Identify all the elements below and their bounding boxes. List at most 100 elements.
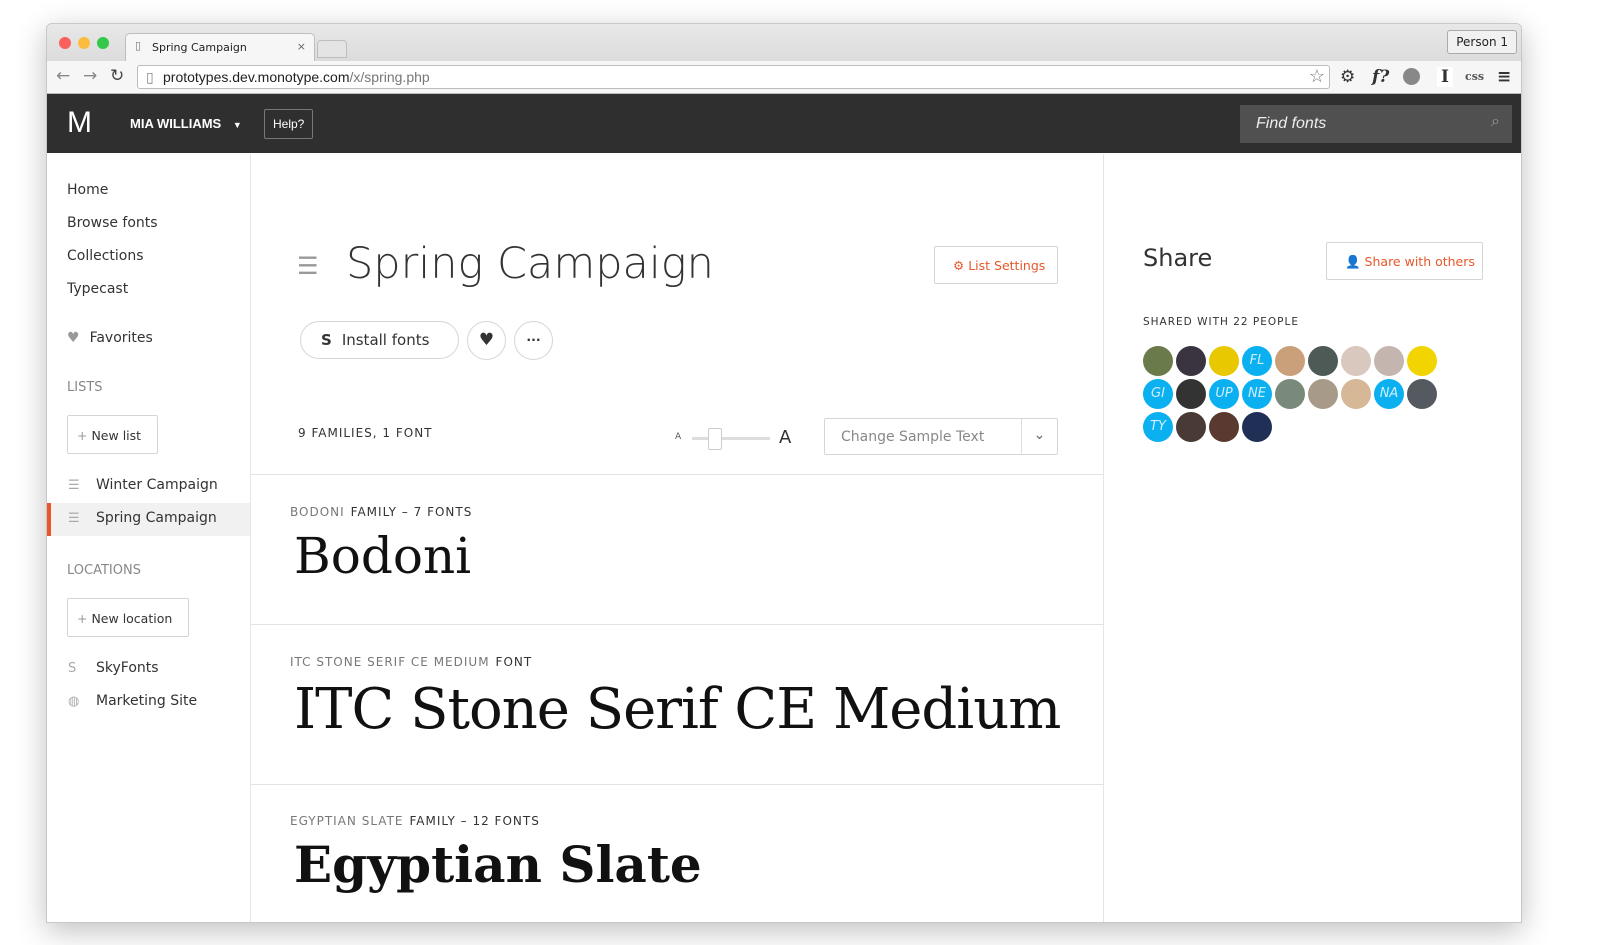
- close-window-button[interactable]: [59, 37, 71, 49]
- font-kind: FONT: [495, 655, 533, 669]
- font-name: BODONI: [290, 505, 345, 519]
- skyfonts-icon: S: [321, 331, 332, 349]
- avatar-icon[interactable]: [1403, 68, 1420, 85]
- find-fonts-input[interactable]: Find fonts ⌕: [1240, 105, 1512, 143]
- browser-window: ▯ Spring Campaign × Person 1 ← → ↻ ▯ protot…: [46, 23, 1522, 923]
- font-sample: ITC Stone Serif CE Medium: [294, 677, 1061, 742]
- fontface-ninja-icon[interactable]: f?: [1372, 67, 1389, 87]
- person-avatar[interactable]: [1275, 346, 1305, 376]
- page-title: Spring Campaign: [346, 239, 714, 289]
- list-icon: ☰: [68, 478, 80, 493]
- search-icon[interactable]: ⌕: [1491, 113, 1500, 131]
- help-button[interactable]: Help?: [264, 109, 314, 139]
- logo[interactable]: M: [67, 106, 92, 140]
- share-with-others-button[interactable]: 👤 Share with others: [1326, 242, 1483, 280]
- location-skyfonts[interactable]: S SkyFonts: [47, 653, 250, 686]
- person-avatar[interactable]: [1341, 379, 1371, 409]
- size-large-label: A: [779, 427, 792, 448]
- person-avatar[interactable]: [1341, 346, 1371, 376]
- font-sample: Bodoni: [294, 527, 472, 585]
- list-item-spring-campaign[interactable]: ☰ Spring Campaign: [47, 503, 250, 536]
- user-add-icon: 👤: [1345, 254, 1365, 269]
- font-meta: BODONI FAMILY – 7 FONTS: [290, 505, 472, 519]
- person-avatar[interactable]: UP: [1209, 379, 1239, 409]
- font-row[interactable]: EGYPTIAN SLATE FAMILY – 12 FONTS Egyptian…: [251, 784, 1104, 922]
- gear-icon: ⚙: [953, 258, 969, 273]
- minimize-window-button[interactable]: [78, 37, 90, 49]
- slider-handle[interactable]: [708, 428, 722, 450]
- person-avatar[interactable]: [1176, 379, 1206, 409]
- sidebar-item-favorites[interactable]: ♥ Favorites: [67, 330, 153, 346]
- person-avatar[interactable]: [1275, 379, 1305, 409]
- sidebar-item-collections[interactable]: Collections: [67, 248, 144, 264]
- page-icon: ▯: [135, 39, 142, 52]
- app-header: M MIA WILLIAMS ▼ Help? Find fonts ⌕: [47, 94, 1521, 153]
- person-avatar[interactable]: TY: [1143, 412, 1173, 442]
- location-marketing-site[interactable]: ◍ Marketing Site: [47, 686, 250, 719]
- heart-icon: ♥: [67, 330, 80, 346]
- ellipsis-icon: ···: [526, 332, 541, 347]
- new-tab-button[interactable]: [317, 40, 347, 58]
- chevron-down-icon[interactable]: ⌄: [1021, 419, 1057, 454]
- list-settings-button[interactable]: ⚙ List Settings: [934, 246, 1058, 284]
- type-icon[interactable]: I: [1437, 67, 1453, 87]
- person-avatar[interactable]: [1308, 379, 1338, 409]
- menu-icon[interactable]: ≡: [1497, 67, 1511, 87]
- font-meta: ITC STONE SERIF CE MEDIUM FONT: [290, 655, 532, 669]
- back-icon[interactable]: ←: [56, 66, 70, 86]
- person-avatar[interactable]: [1407, 346, 1437, 376]
- address-bar-row: ← → ↻ ▯ prototypes.dev.monotype.com/x/spr…: [47, 61, 1521, 94]
- favorite-button[interactable]: ♥: [467, 321, 506, 360]
- skyfonts-icon: S: [68, 661, 77, 676]
- locations-heading: LOCATIONS: [67, 563, 141, 578]
- sidebar-item-browse-fonts[interactable]: Browse fonts: [67, 215, 158, 231]
- install-fonts-button[interactable]: S Install fonts: [300, 321, 459, 359]
- person-avatar[interactable]: [1374, 346, 1404, 376]
- sidebar-item-home[interactable]: Home: [67, 182, 108, 198]
- person-avatar[interactable]: [1176, 412, 1206, 442]
- font-name: EGYPTIAN SLATE: [290, 814, 404, 828]
- sample-text-select[interactable]: Change Sample Text ⌄: [824, 418, 1058, 455]
- location-label: Marketing Site: [96, 693, 198, 709]
- url-path: /x/spring.php: [349, 69, 430, 85]
- browser-tab[interactable]: ▯ Spring Campaign ×: [125, 33, 315, 61]
- person-avatar[interactable]: NA: [1374, 379, 1404, 409]
- forward-icon[interactable]: →: [83, 66, 97, 86]
- reload-icon[interactable]: ↻: [110, 66, 124, 86]
- list-label: Winter Campaign: [96, 477, 218, 493]
- user-menu[interactable]: MIA WILLIAMS ▼: [130, 116, 242, 131]
- list-label: Spring Campaign: [96, 510, 217, 526]
- person-avatar[interactable]: [1209, 412, 1239, 442]
- font-sample: Egyptian Slate: [294, 835, 702, 894]
- person-avatar[interactable]: [1143, 346, 1173, 376]
- url-host: prototypes.dev.monotype.com: [163, 69, 350, 85]
- person-avatar[interactable]: [1407, 379, 1437, 409]
- person-avatar[interactable]: NE: [1242, 379, 1272, 409]
- new-location-button[interactable]: + New location: [67, 598, 190, 637]
- maximize-window-button[interactable]: [97, 37, 109, 49]
- person-avatar[interactable]: [1176, 346, 1206, 376]
- url-input[interactable]: ▯ prototypes.dev.monotype.com/x/spring.ph…: [137, 65, 1330, 89]
- new-list-button[interactable]: + New list: [67, 415, 159, 454]
- install-fonts-label: Install fonts: [341, 331, 430, 349]
- search-placeholder: Find fonts: [1256, 115, 1327, 132]
- more-options-button[interactable]: ···: [514, 321, 553, 360]
- person-avatar[interactable]: FL: [1242, 346, 1272, 376]
- bookmark-star-icon[interactable]: ☆: [1309, 66, 1325, 87]
- list-item-winter-campaign[interactable]: ☰ Winter Campaign: [47, 470, 250, 503]
- size-slider[interactable]: [692, 428, 770, 450]
- font-row[interactable]: BODONI FAMILY – 7 FONTS Bodoni: [251, 474, 1104, 624]
- person-avatar[interactable]: GI: [1143, 379, 1173, 409]
- person-avatar[interactable]: [1242, 412, 1272, 442]
- sample-text-placeholder: Change Sample Text: [841, 429, 985, 445]
- css-icon[interactable]: css: [1465, 70, 1484, 83]
- profile-button[interactable]: Person 1: [1447, 30, 1517, 54]
- size-small-label: A: [675, 432, 682, 442]
- heart-icon: ♥: [478, 330, 495, 350]
- sidebar-item-typecast[interactable]: Typecast: [67, 281, 128, 297]
- gear-icon[interactable]: ⚙: [1340, 67, 1355, 87]
- person-avatar[interactable]: [1308, 346, 1338, 376]
- close-tab-icon[interactable]: ×: [297, 40, 306, 53]
- person-avatar[interactable]: [1209, 346, 1239, 376]
- font-row[interactable]: ITC STONE SERIF CE MEDIUM FONT ITC Stone …: [251, 624, 1104, 784]
